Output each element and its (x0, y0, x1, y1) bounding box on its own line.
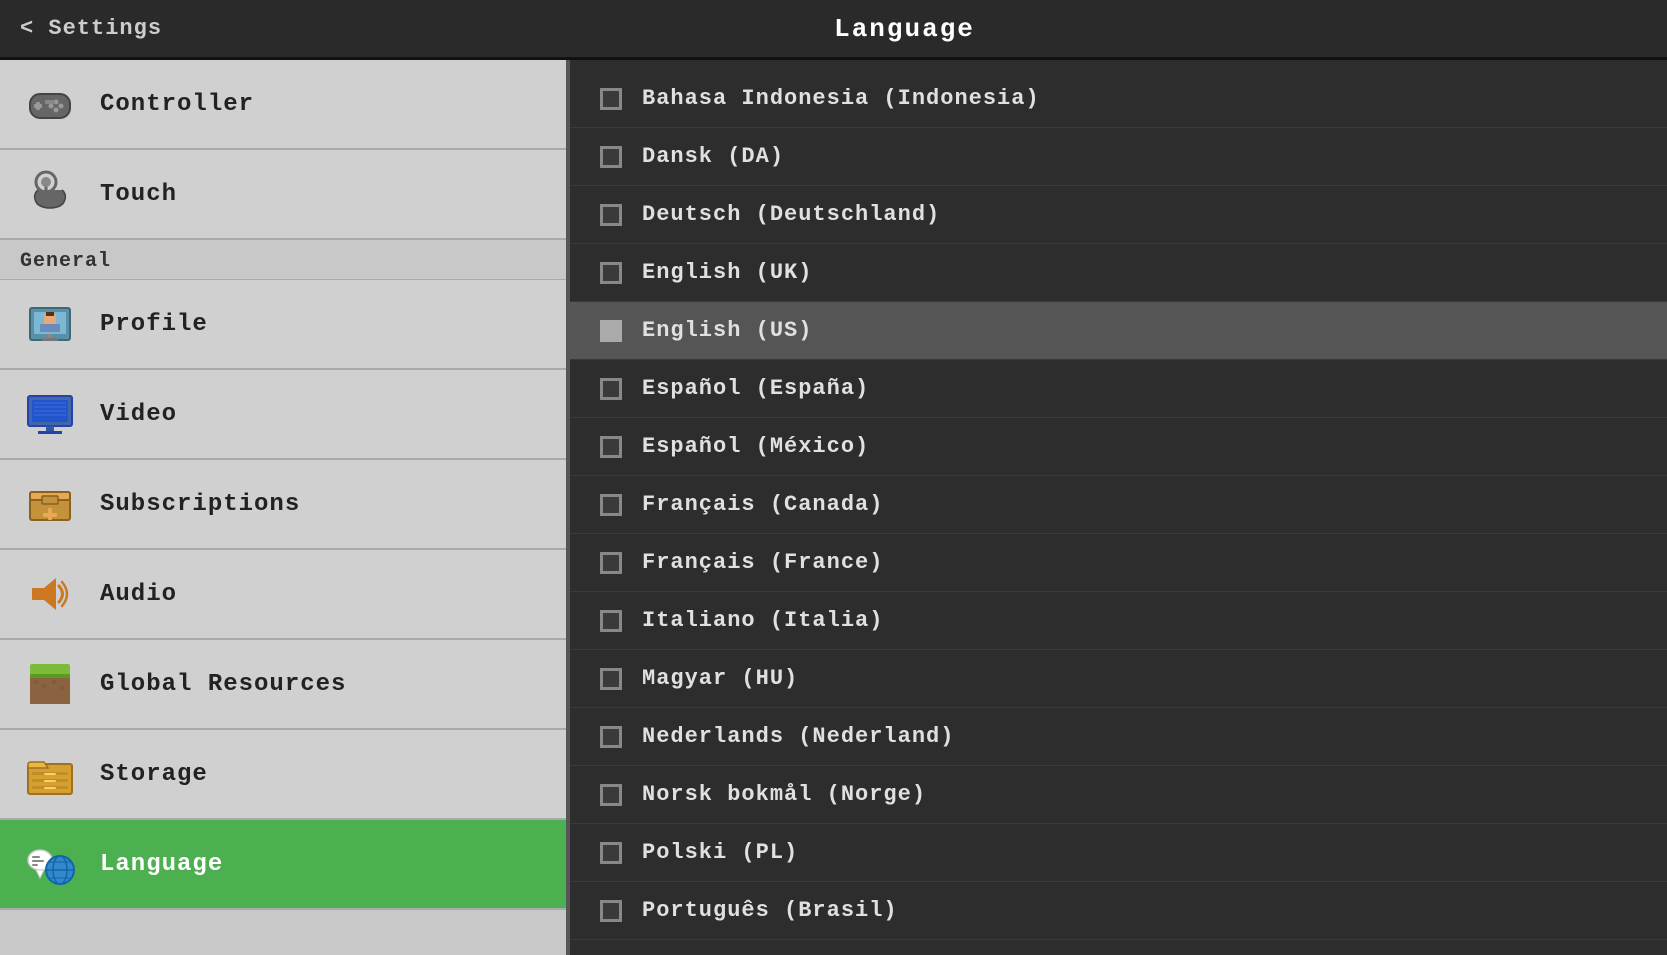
language-item-francais-canada[interactable]: Français (Canada) (570, 476, 1667, 534)
language-item-francais-france[interactable]: Français (France) (570, 534, 1667, 592)
language-label-dansk: Dansk (DA) (642, 144, 784, 169)
sidebar-item-global-resources-label: Global Resources (100, 671, 346, 698)
language-icon (20, 834, 80, 894)
sidebar-item-touch[interactable]: Touch (0, 150, 566, 240)
profile-icon (20, 294, 80, 354)
back-button[interactable]: < Settings (20, 16, 162, 41)
language-label-deutsch: Deutsch (Deutschland) (642, 202, 940, 227)
language-checkbox-magyar (600, 668, 622, 690)
sidebar-item-storage[interactable]: Storage (0, 730, 566, 820)
language-item-deutsch[interactable]: Deutsch (Deutschland) (570, 186, 1667, 244)
sidebar-item-profile-label: Profile (100, 311, 208, 338)
sidebar-item-storage-label: Storage (100, 761, 208, 788)
language-checkbox-norsk (600, 784, 622, 806)
sidebar-item-controller[interactable]: Controller (0, 60, 566, 150)
sidebar-item-profile[interactable]: Profile (0, 280, 566, 370)
sidebar-item-subscriptions[interactable]: Subscriptions (0, 460, 566, 550)
language-item-portugues-brasil[interactable]: Português (Brasil) (570, 882, 1667, 940)
language-checkbox-francais-canada (600, 494, 622, 516)
sidebar-item-video-label: Video (100, 401, 177, 428)
language-item-espanol-espana[interactable]: Español (España) (570, 360, 1667, 418)
language-checkbox-bahasa-indonesia (600, 88, 622, 110)
sidebar-item-audio-label: Audio (100, 581, 177, 608)
language-label-francais-canada: Français (Canada) (642, 492, 883, 517)
language-item-english-us[interactable]: English (US) (570, 302, 1667, 360)
sidebar-item-audio[interactable]: Audio (0, 550, 566, 640)
language-label-bahasa-indonesia: Bahasa Indonesia (Indonesia) (642, 86, 1040, 111)
language-checkbox-english-us (600, 320, 622, 342)
language-item-norsk[interactable]: Norsk bokmål (Norge) (570, 766, 1667, 824)
controller-icon (20, 74, 80, 134)
language-checkbox-francais-france (600, 552, 622, 574)
touch-icon (20, 164, 80, 224)
language-label-english-uk: English (UK) (642, 260, 812, 285)
page-title: Language (162, 14, 1647, 44)
language-label-italiano: Italiano (Italia) (642, 608, 883, 633)
language-checkbox-espanol-mexico (600, 436, 622, 458)
main-layout: Controller Touch General (0, 60, 1667, 955)
language-checkbox-dansk (600, 146, 622, 168)
language-label-espanol-mexico: Español (México) (642, 434, 869, 459)
language-item-magyar[interactable]: Magyar (HU) (570, 650, 1667, 708)
language-label-francais-france: Français (France) (642, 550, 883, 575)
sidebar-item-language[interactable]: Language (0, 820, 566, 910)
language-item-bahasa-indonesia[interactable]: Bahasa Indonesia (Indonesia) (570, 70, 1667, 128)
language-label-nederlands: Nederlands (Nederland) (642, 724, 954, 749)
sidebar-item-global-resources[interactable]: Global Resources (0, 640, 566, 730)
language-label-magyar: Magyar (HU) (642, 666, 798, 691)
language-checkbox-english-uk (600, 262, 622, 284)
language-panel: Bahasa Indonesia (Indonesia) Dansk (DA) De… (570, 60, 1667, 955)
header: < Settings Language (0, 0, 1667, 60)
language-checkbox-nederlands (600, 726, 622, 748)
sidebar-item-controller-label: Controller (100, 91, 254, 118)
sidebar-item-video[interactable]: Video (0, 370, 566, 460)
language-checkbox-polski (600, 842, 622, 864)
language-item-polski[interactable]: Polski (PL) (570, 824, 1667, 882)
sidebar-item-subscriptions-label: Subscriptions (100, 491, 300, 518)
global-resources-icon (20, 654, 80, 714)
language-item-portugues-portugal[interactable]: Português (Portugal) (570, 940, 1667, 955)
language-item-italiano[interactable]: Italiano (Italia) (570, 592, 1667, 650)
audio-icon (20, 564, 80, 624)
language-item-dansk[interactable]: Dansk (DA) (570, 128, 1667, 186)
language-label-portugues-brasil: Português (Brasil) (642, 898, 898, 923)
sidebar-item-touch-label: Touch (100, 181, 177, 208)
language-checkbox-portugues-brasil (600, 900, 622, 922)
subscriptions-icon (20, 474, 80, 534)
sidebar: Controller Touch General (0, 60, 570, 955)
language-label-norsk: Norsk bokmål (Norge) (642, 782, 926, 807)
language-label-polski: Polski (PL) (642, 840, 798, 865)
sidebar-item-language-label: Language (100, 851, 223, 878)
storage-icon (20, 744, 80, 804)
language-list: Bahasa Indonesia (Indonesia) Dansk (DA) De… (570, 60, 1667, 955)
language-item-espanol-mexico[interactable]: Español (México) (570, 418, 1667, 476)
video-icon (20, 384, 80, 444)
language-checkbox-espanol-espana (600, 378, 622, 400)
language-item-english-uk[interactable]: English (UK) (570, 244, 1667, 302)
language-checkbox-italiano (600, 610, 622, 632)
language-label-espanol-espana: Español (España) (642, 376, 869, 401)
language-item-nederlands[interactable]: Nederlands (Nederland) (570, 708, 1667, 766)
section-header-general: General (0, 240, 566, 280)
language-checkbox-deutsch (600, 204, 622, 226)
language-label-english-us: English (US) (642, 318, 812, 343)
